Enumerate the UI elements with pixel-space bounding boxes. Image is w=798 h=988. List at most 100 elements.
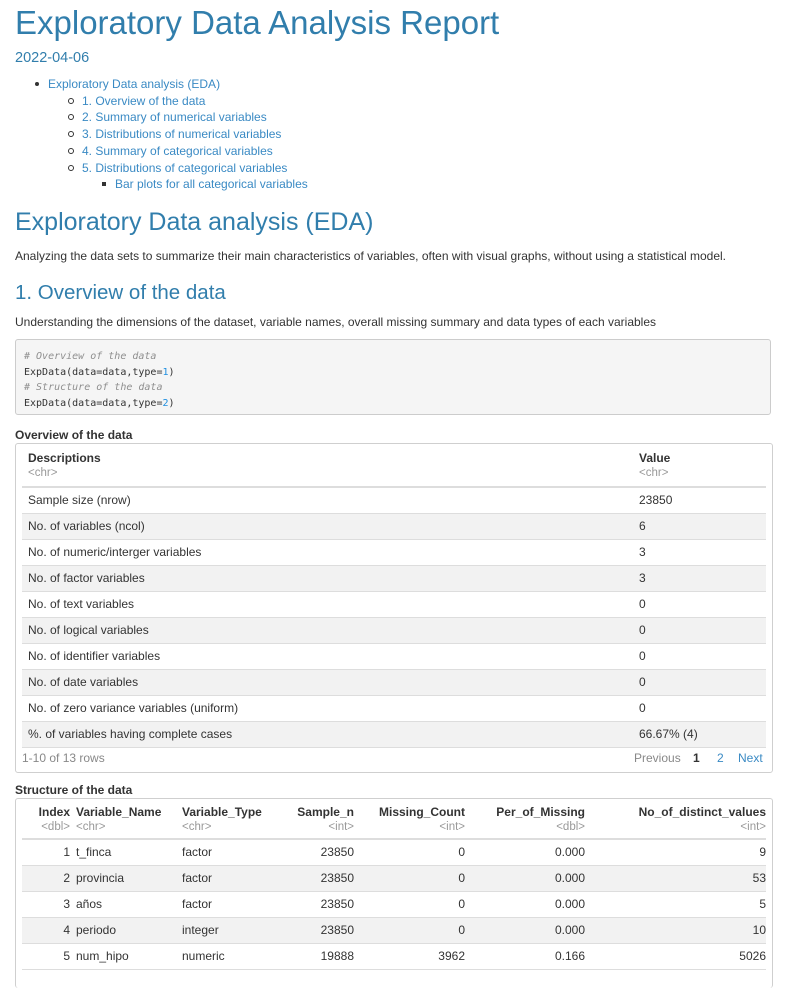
table-row: 1 t_finca factor 23850 0 0.000 9 <box>22 839 766 866</box>
overview-table: Descriptions <chr> Value <chr> Sample size… <box>22 444 766 748</box>
value-cell: 3 <box>639 565 766 592</box>
column-header[interactable]: Value <chr> <box>639 444 766 488</box>
toc-item: Exploratory Data analysis (EDA) <box>15 76 308 93</box>
overview-heading: 1. Overview of the data <box>15 281 226 304</box>
table-pager: 1-10 of 13 rows Previous 1 2 Next <box>22 751 766 767</box>
toc-link-summary-numerical[interactable]: 2. Summary of numerical variables <box>82 110 267 124</box>
column-header[interactable]: Missing_Count <int> <box>354 799 465 840</box>
table-row: Sample size (nrow) 23850 <box>22 487 766 514</box>
variable-type-cell: factor <box>182 839 272 866</box>
table-row: %. of variables having complete cases 66.… <box>22 721 766 748</box>
sample-n-cell: 19888 <box>272 943 354 970</box>
toc-item: 3. Distributions of numerical variables <box>15 126 308 143</box>
description-cell: No. of logical variables <box>22 617 639 644</box>
column-header[interactable]: Per_of_Missing <dbl> <box>465 799 585 840</box>
table-row: No. of logical variables 0 <box>22 617 766 644</box>
description-cell: No. of factor variables <box>22 565 639 592</box>
description-cell: No. of identifier variables <box>22 643 639 670</box>
report-title: Exploratory Data Analysis Report <box>15 4 500 41</box>
missing-count-cell: 0 <box>354 917 465 944</box>
description-cell: No. of variables (ncol) <box>22 513 639 540</box>
per-of-missing-cell: 0.000 <box>465 891 585 918</box>
previous-page-button[interactable]: Previous <box>634 751 681 765</box>
column-header[interactable]: Sample_n <int> <box>272 799 354 840</box>
variable-name-cell: periodo <box>70 917 182 944</box>
distinct-values-cell: 5 <box>585 891 766 918</box>
table-header-row: Index <dbl> Variable_Name <chr> Variable_T… <box>22 799 766 840</box>
index-cell: 5 <box>22 943 70 970</box>
missing-count-cell: 0 <box>354 839 465 866</box>
column-header[interactable]: Variable_Type <chr> <box>182 799 272 840</box>
per-of-missing-cell: 0.000 <box>465 839 585 866</box>
code-text: ExpData(data=data,type= <box>24 366 163 378</box>
code-text: ) <box>168 366 175 378</box>
missing-count-cell: 0 <box>354 865 465 892</box>
eda-description: Analyzing the data sets to summarize the… <box>15 249 726 263</box>
column-header[interactable]: Variable_Name <chr> <box>70 799 182 840</box>
distinct-values-cell: 53 <box>585 865 766 892</box>
description-cell: Sample size (nrow) <box>22 487 639 514</box>
per-of-missing-cell: 0.000 <box>465 917 585 944</box>
distinct-values-cell: 10 <box>585 917 766 944</box>
toc-item: 2. Summary of numerical variables <box>15 109 308 126</box>
structure-table: Index <dbl> Variable_Name <chr> Variable_T… <box>22 799 766 970</box>
overview-description: Understanding the dimensions of the data… <box>15 315 657 329</box>
table-row: No. of numeric/interger variables 3 <box>22 539 766 566</box>
toc-link-eda[interactable]: Exploratory Data analysis (EDA) <box>48 77 220 91</box>
index-cell: 4 <box>22 917 70 944</box>
toc-link-distributions-numerical[interactable]: 3. Distributions of numerical variables <box>82 127 281 141</box>
index-cell: 2 <box>22 865 70 892</box>
toc-link-overview[interactable]: 1. Overview of the data <box>82 94 205 108</box>
table-header-row: Descriptions <chr> Value <chr> <box>22 444 766 488</box>
table-row: No. of text variables 0 <box>22 591 766 618</box>
table-row: No. of identifier variables 0 <box>22 643 766 670</box>
value-cell: 23850 <box>639 487 766 514</box>
sample-n-cell: 23850 <box>272 865 354 892</box>
value-cell: 6 <box>639 513 766 540</box>
variable-type-cell: integer <box>182 917 272 944</box>
value-cell: 3 <box>639 539 766 566</box>
variable-name-cell: provincia <box>70 865 182 892</box>
table-row: 2 provincia factor 23850 0 0.000 53 <box>22 865 766 892</box>
missing-count-cell: 0 <box>354 891 465 918</box>
value-cell: 0 <box>639 669 766 696</box>
toc-item: Bar plots for all categorical variables <box>15 176 308 193</box>
toc-item: 5. Distributions of categorical variable… <box>15 160 308 177</box>
overview-table-container: Descriptions <chr> Value <chr> Sample size… <box>15 443 773 773</box>
code-text: ExpData(data=data,type= <box>24 397 163 409</box>
toc-link-bar-plots[interactable]: Bar plots for all categorical variables <box>115 177 308 191</box>
value-cell: 66.67% (4) <box>639 721 766 748</box>
index-cell: 3 <box>22 891 70 918</box>
table-row: No. of variables (ncol) 6 <box>22 513 766 540</box>
toc-item: 1. Overview of the data <box>15 93 308 110</box>
value-cell: 0 <box>639 695 766 722</box>
structure-table-caption: Structure of the data <box>15 783 133 797</box>
eda-heading: Exploratory Data analysis (EDA) <box>15 208 374 236</box>
table-row: 4 periodo integer 23850 0 0.000 10 <box>22 917 766 944</box>
page-2-button[interactable]: 2 <box>717 751 724 765</box>
variable-name-cell: años <box>70 891 182 918</box>
index-cell: 1 <box>22 839 70 866</box>
value-cell: 0 <box>639 591 766 618</box>
next-page-button[interactable]: Next <box>738 751 763 765</box>
code-line: ExpData(data=data,type=1) <box>24 365 770 381</box>
code-text: ) <box>168 397 175 409</box>
table-of-contents: Exploratory Data analysis (EDA) 1. Overv… <box>15 76 308 193</box>
value-cell: 0 <box>639 643 766 670</box>
toc-link-summary-categorical[interactable]: 4. Summary of categorical variables <box>82 144 273 158</box>
description-cell: %. of variables having complete cases <box>22 721 639 748</box>
sample-n-cell: 23850 <box>272 891 354 918</box>
sample-n-cell: 23850 <box>272 917 354 944</box>
table-row: 3 años factor 23850 0 0.000 5 <box>22 891 766 918</box>
code-block: # Overview of the data ExpData(data=data… <box>15 339 771 415</box>
toc-item: 4. Summary of categorical variables <box>15 143 308 160</box>
column-header[interactable]: Index <dbl> <box>22 799 70 840</box>
code-comment: # Structure of the data <box>24 382 163 393</box>
column-header[interactable]: No_of_distinct_values <int> <box>585 799 766 840</box>
value-cell: 0 <box>639 617 766 644</box>
description-cell: No. of zero variance variables (uniform) <box>22 695 639 722</box>
table-row: No. of factor variables 3 <box>22 565 766 592</box>
toc-link-distributions-categorical[interactable]: 5. Distributions of categorical variable… <box>82 161 287 175</box>
page-1-button[interactable]: 1 <box>693 751 700 765</box>
column-header[interactable]: Descriptions <chr> <box>22 444 639 488</box>
